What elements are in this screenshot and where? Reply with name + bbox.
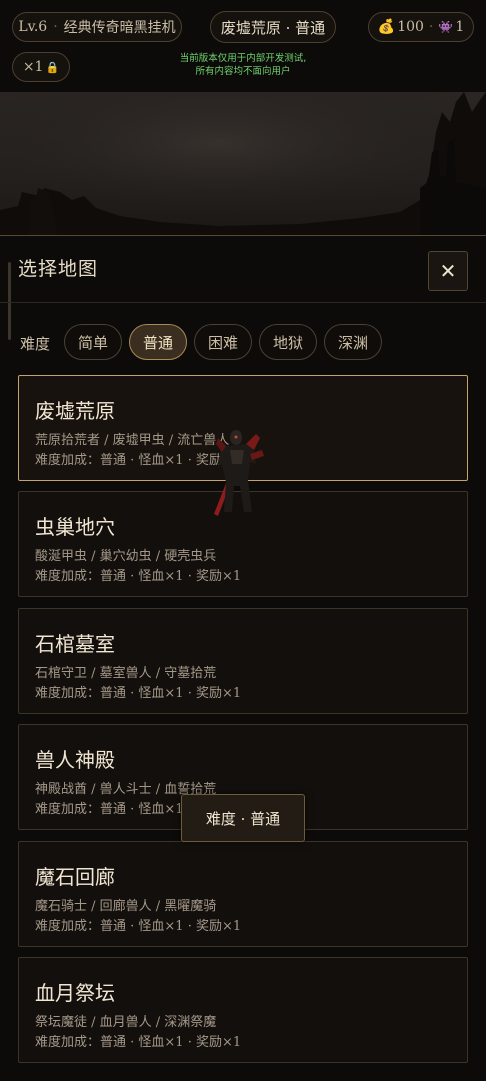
ruins-silhouette xyxy=(0,92,486,238)
game-mode: 经典传奇暗黑挂机 xyxy=(63,20,176,36)
map-bonus: 难度加成：普通 · 怪血×1 · 奖励×1 xyxy=(35,919,242,934)
top-status-bar: Lv.6 · 经典传奇暗黑挂机 废墟荒原 · 普通 💰 100 · 👾 1 ×1… xyxy=(0,0,486,92)
dev-notice: 当前版本仅用于内部开发测试, 所有内容均不面向用户 xyxy=(150,52,336,78)
player-level: Lv.6 xyxy=(18,19,48,35)
level-mode-pill[interactable]: Lv.6 · 经典传奇暗黑挂机 xyxy=(12,12,182,42)
separator-dot: · xyxy=(428,19,434,35)
difficulty-tab-abyss[interactable]: 深渊 xyxy=(324,324,382,360)
current-map-label: 废墟荒原 · 普通 xyxy=(220,18,326,37)
dev-notice-line-2: 所有内容均不面向用户 xyxy=(195,66,291,77)
multiplier-pill[interactable]: ×1 🔒 xyxy=(12,52,70,82)
lock-icon: 🔒 xyxy=(45,60,60,74)
gold-bag-icon: 💰 xyxy=(377,19,396,35)
difficulty-toast: 难度 · 普通 xyxy=(181,794,305,842)
close-button[interactable]: ✕ xyxy=(428,251,468,291)
map-name: 虫巢地穴 xyxy=(35,515,115,539)
map-name: 魔石回廊 xyxy=(35,865,115,889)
map-card-magic-stone-corridor[interactable]: 魔石回廊 魔石骑士 / 回廊兽人 / 黑曜魔骑 难度加成：普通 · 怪血×1 ·… xyxy=(18,841,468,947)
scrollbar[interactable] xyxy=(8,262,11,340)
map-enemies: 魔石骑士 / 回廊兽人 / 黑曜魔骑 xyxy=(35,899,217,914)
enemy-count: 1 xyxy=(455,19,465,35)
map-bonus: 难度加成：普通 · 怪血×1 · 奖励×1 xyxy=(35,569,242,584)
map-card-sarcophagus-tomb[interactable]: 石棺墓室 石棺守卫 / 墓室兽人 / 守墓拾荒 难度加成：普通 · 怪血×1 ·… xyxy=(18,608,468,714)
map-name: 兽人神殿 xyxy=(35,748,115,772)
divider xyxy=(0,302,486,303)
enemy-icon: 👾 xyxy=(438,20,454,34)
map-name: 石棺墓室 xyxy=(35,632,115,656)
map-bonus: 难度加成：普通 · 怪血×1 · 奖励×1 xyxy=(35,1035,242,1050)
map-enemies: 祭坛魔徒 / 血月兽人 / 深渊祭魔 xyxy=(35,1015,217,1030)
separator-dot: · xyxy=(53,19,58,35)
current-map-pill[interactable]: 废墟荒原 · 普通 xyxy=(210,11,336,43)
map-enemies: 酸涎甲虫 / 巢穴幼虫 / 硬壳虫兵 xyxy=(35,549,217,564)
difficulty-tab-normal[interactable]: 普通 xyxy=(129,324,187,360)
difficulty-tab-easy[interactable]: 简单 xyxy=(64,324,122,360)
background-scene xyxy=(0,92,486,238)
map-bonus: 难度加成：普通 · 怪血×1 · 奖励×1 xyxy=(35,686,242,701)
map-card-blood-moon-altar[interactable]: 血月祭坛 祭坛魔徒 / 血月兽人 / 深渊祭魔 难度加成：普通 · 怪血×1 ·… xyxy=(18,957,468,1063)
gold-amount: 100 xyxy=(397,19,424,35)
difficulty-label: 难度 xyxy=(20,335,51,353)
resource-pill[interactable]: 💰 100 · 👾 1 xyxy=(368,12,474,42)
difficulty-tab-hell[interactable]: 地狱 xyxy=(259,324,317,360)
map-enemies: 荒原拾荒者 / 废墟甲虫 / 流亡兽人 xyxy=(35,433,230,448)
map-enemies: 石棺守卫 / 墓室兽人 / 守墓拾荒 xyxy=(35,666,217,681)
dev-notice-line-1: 当前版本仅用于内部开发测试, xyxy=(179,53,307,64)
close-icon: ✕ xyxy=(439,259,457,283)
map-name: 废墟荒原 xyxy=(35,399,115,423)
multiplier-value: ×1 xyxy=(22,59,44,75)
difficulty-tab-hard[interactable]: 困难 xyxy=(194,324,252,360)
map-name: 血月祭坛 xyxy=(35,981,115,1005)
hero-character-sprite xyxy=(214,430,264,516)
panel-title: 选择地图 xyxy=(18,258,99,280)
